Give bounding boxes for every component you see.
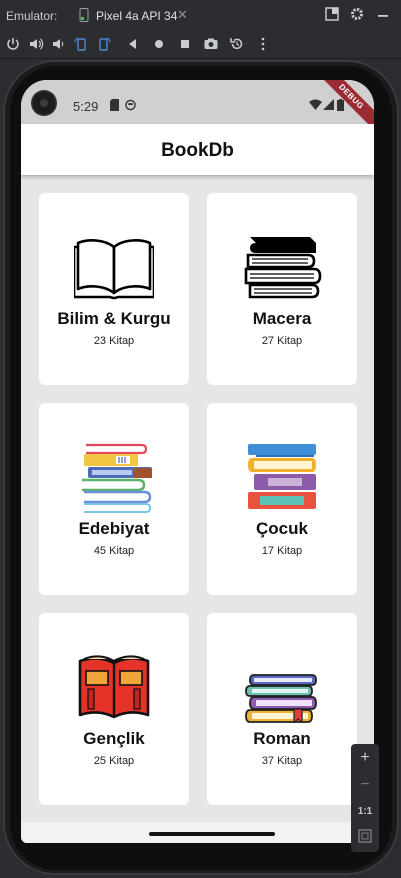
rotate-left-icon[interactable] <box>73 36 89 52</box>
page-title: BookDb <box>161 140 234 161</box>
zoom-actual-size-button[interactable]: 1:1 <box>351 806 379 817</box>
battery-icon <box>337 99 344 111</box>
home-indicator[interactable] <box>149 832 275 836</box>
home-icon[interactable] <box>151 36 167 52</box>
zoom-out-button[interactable]: − <box>351 776 379 794</box>
overview-icon[interactable] <box>177 36 193 52</box>
signal-icon <box>323 99 334 110</box>
tab-label: Pixel 4a API 34 <box>96 9 178 23</box>
volume-down-icon[interactable] <box>50 36 66 52</box>
status-time: 5:29 <box>73 99 99 114</box>
volume-up-icon[interactable] <box>28 36 44 52</box>
category-count: 17 Kitap <box>261 545 303 557</box>
face-icon <box>125 99 136 111</box>
more-options-icon[interactable] <box>255 36 271 52</box>
category-count: 23 Kitap <box>93 335 135 347</box>
phone-icon <box>79 8 89 22</box>
front-camera <box>33 92 55 114</box>
app-bar: BookDb <box>21 124 374 175</box>
rotate-right-icon[interactable] <box>96 36 112 52</box>
open-book-icon <box>74 239 154 300</box>
category-card-bilim-kurgu[interactable]: Bilim & Kurgu 23 Kitap <box>39 193 189 385</box>
power-icon[interactable] <box>5 36 21 52</box>
category-count: 25 Kitap <box>93 755 135 767</box>
close-tab-icon[interactable]: ✕ <box>177 7 188 23</box>
category-card-genclik[interactable]: Gençlik 25 Kitap <box>39 613 189 805</box>
fit-screen-icon[interactable] <box>358 829 372 843</box>
category-name: Macera <box>252 309 312 328</box>
wifi-icon <box>309 99 322 110</box>
camera-icon[interactable] <box>203 36 219 52</box>
category-name: Gençlik <box>83 729 145 748</box>
emulator-toolbar <box>0 30 401 59</box>
category-count: 45 Kitap <box>93 545 135 557</box>
category-name: Edebiyat <box>78 519 150 538</box>
category-card-cocuk[interactable]: Çocuk 17 Kitap <box>207 403 357 595</box>
tab-pixel-4a[interactable]: Pixel 4a API 34 ✕ <box>64 0 196 32</box>
category-count: 27 Kitap <box>261 335 303 347</box>
sd-card-icon <box>110 99 119 111</box>
category-name: Roman <box>253 729 311 748</box>
window-mode-icon[interactable] <box>324 6 340 22</box>
category-count: 37 Kitap <box>261 755 303 767</box>
red-open-book-icon <box>78 655 150 719</box>
emulator-title-bar: Emulator: Pixel 4a API 34 ✕ <box>0 0 401 32</box>
zoom-panel: + − 1:1 <box>351 744 379 852</box>
category-name: Çocuk <box>256 519 308 538</box>
minimize-icon[interactable] <box>375 6 391 22</box>
category-card-macera[interactable]: Macera 27 Kitap <box>207 193 357 385</box>
colorful-book-pile-icon <box>82 443 152 513</box>
category-card-roman[interactable]: Roman 37 Kitap <box>207 613 357 805</box>
category-card-edebiyat[interactable]: Edebiyat 45 Kitap <box>39 403 189 595</box>
device-screen: 5:29 DEBUG BookDb Bilim & Kurgu 23 Kitap… <box>21 80 374 843</box>
small-book-stack-icon <box>245 674 317 723</box>
category-name: Bilim & Kurgu <box>57 309 171 328</box>
book-stack-icon <box>244 237 322 299</box>
snapshot-restore-icon[interactable] <box>229 36 245 52</box>
emulator-label: Emulator: <box>6 9 58 23</box>
status-bar: 5:29 DEBUG <box>21 80 374 134</box>
book-stack-color-icon <box>248 444 316 509</box>
gear-icon[interactable] <box>349 6 365 22</box>
back-icon[interactable] <box>125 36 141 52</box>
zoom-in-button[interactable]: + <box>351 749 379 767</box>
